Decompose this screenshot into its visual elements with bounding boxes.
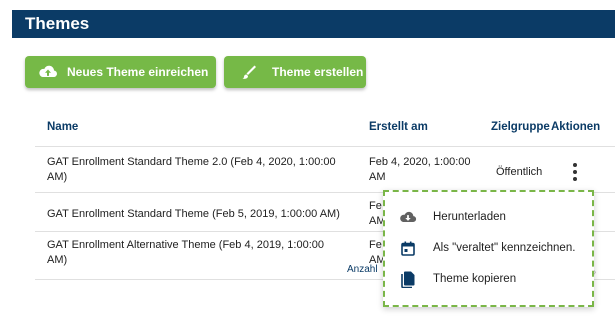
theme-name-line: GAT Enrollment Standard Theme (Feb 5, 20… bbox=[47, 208, 340, 220]
theme-name: GAT Enrollment Standard Theme (Feb 5, 20… bbox=[47, 207, 340, 222]
menu-item-label: Herunterladen bbox=[433, 211, 506, 223]
actions-menu: Herunterladen Als "veraltet" kennzeichne… bbox=[383, 190, 594, 307]
create-theme-label: Theme erstellen bbox=[272, 65, 364, 79]
page-header: Themes bbox=[12, 10, 615, 38]
submit-theme-label: Neues Theme einreichen bbox=[67, 65, 209, 79]
cloud-upload-icon bbox=[37, 61, 59, 83]
menu-item-download[interactable]: Herunterladen bbox=[385, 202, 592, 232]
theme-name-line: GAT Enrollment Standard Theme 2.0 (Feb 4… bbox=[47, 156, 336, 168]
menu-item-label: Theme kopieren bbox=[433, 273, 517, 285]
kebab-dot bbox=[573, 163, 577, 167]
divider bbox=[35, 146, 615, 147]
created-date-line: Feb 4, 2020, 1:00:00 bbox=[369, 156, 471, 168]
theme-name-line: AM) bbox=[47, 254, 68, 266]
copy-icon bbox=[399, 270, 417, 288]
theme-name-line: GAT Enrollment Alternative Theme (Feb 4,… bbox=[47, 239, 324, 251]
cloud-download-icon bbox=[399, 208, 417, 226]
created-date: Feb 4, 2020, 1:00:00 AM bbox=[369, 155, 471, 185]
theme-name: GAT Enrollment Alternative Theme (Feb 4,… bbox=[47, 238, 324, 268]
calendar-icon bbox=[399, 239, 417, 257]
submit-theme-button[interactable]: Neues Theme einreichen bbox=[25, 56, 216, 88]
column-header-audience[interactable]: Zielgruppe bbox=[491, 121, 550, 133]
column-header-created[interactable]: Erstellt am bbox=[369, 121, 428, 133]
menu-item-copy-theme[interactable]: Theme kopieren bbox=[385, 264, 592, 294]
menu-item-mark-deprecated[interactable]: Als "veraltet" kennzeichnen. bbox=[385, 233, 592, 263]
more-actions-button[interactable] bbox=[571, 163, 579, 181]
created-date-line: AM bbox=[369, 171, 386, 183]
column-header-name[interactable]: Name bbox=[47, 121, 78, 133]
audience: Öffentlich bbox=[496, 166, 543, 178]
kebab-dot bbox=[573, 170, 577, 174]
theme-name-line: AM) bbox=[47, 171, 68, 183]
brush-icon bbox=[238, 61, 260, 83]
page-title: Themes bbox=[25, 14, 90, 33]
column-header-actions: Aktionen bbox=[551, 121, 601, 133]
menu-item-label: Als "veraltet" kennzeichnen. bbox=[433, 242, 576, 254]
theme-name: GAT Enrollment Standard Theme 2.0 (Feb 4… bbox=[47, 155, 336, 185]
pagination-label: Anzahl bbox=[347, 264, 378, 275]
create-theme-button[interactable]: Theme erstellen bbox=[224, 56, 366, 88]
kebab-dot bbox=[573, 177, 577, 181]
